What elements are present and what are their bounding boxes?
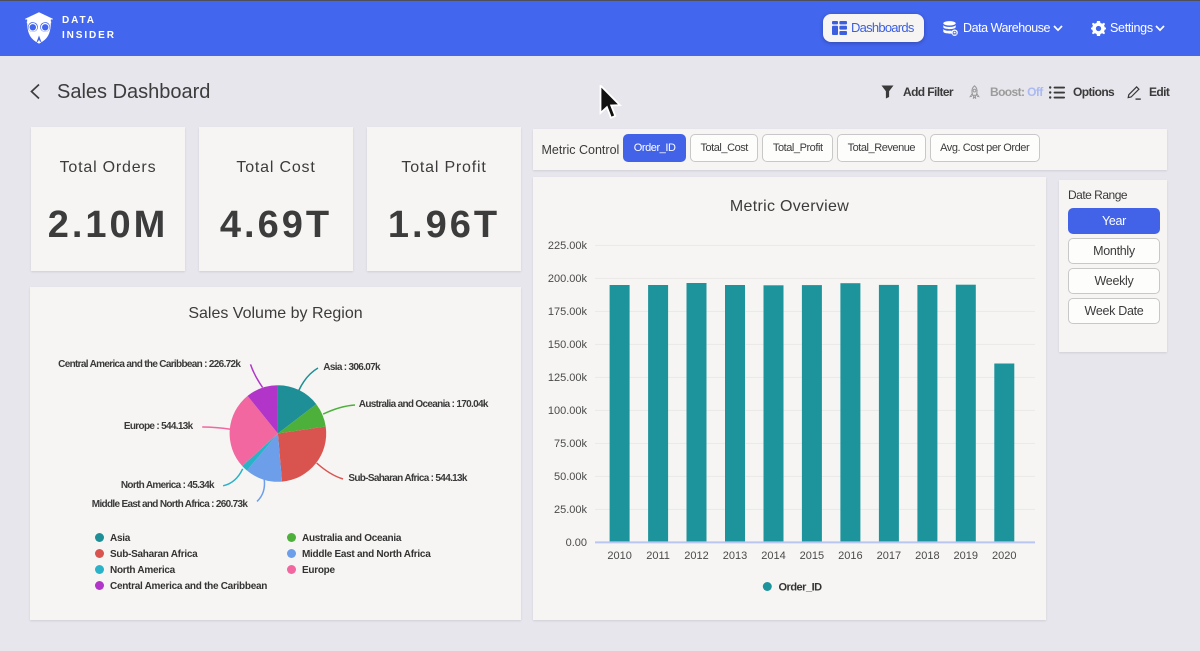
- svg-text:0.00: 0.00: [566, 537, 587, 549]
- svg-text:2017: 2017: [877, 550, 901, 562]
- svg-text:150.00k: 150.00k: [548, 339, 588, 351]
- svg-text:200.00k: 200.00k: [548, 273, 588, 285]
- svg-text:225.00k: 225.00k: [548, 240, 588, 252]
- svg-text:100.00k: 100.00k: [548, 405, 588, 417]
- svg-text:2012: 2012: [684, 550, 708, 562]
- svg-text:2019: 2019: [954, 550, 978, 562]
- svg-text:2020: 2020: [992, 550, 1016, 562]
- svg-text:2014: 2014: [761, 550, 785, 562]
- svg-text:25.00k: 25.00k: [554, 504, 588, 516]
- svg-text:75.00k: 75.00k: [554, 438, 588, 450]
- svg-text:2018: 2018: [915, 550, 939, 562]
- svg-text:2016: 2016: [838, 550, 862, 562]
- svg-text:175.00k: 175.00k: [548, 306, 588, 318]
- svg-text:125.00k: 125.00k: [548, 372, 588, 384]
- svg-text:Order_ID: Order_ID: [779, 582, 823, 594]
- svg-text:2010: 2010: [607, 550, 631, 562]
- svg-text:2015: 2015: [800, 550, 824, 562]
- svg-text:2011: 2011: [646, 550, 670, 562]
- svg-text:2013: 2013: [723, 550, 747, 562]
- svg-text:50.00k: 50.00k: [554, 471, 588, 483]
